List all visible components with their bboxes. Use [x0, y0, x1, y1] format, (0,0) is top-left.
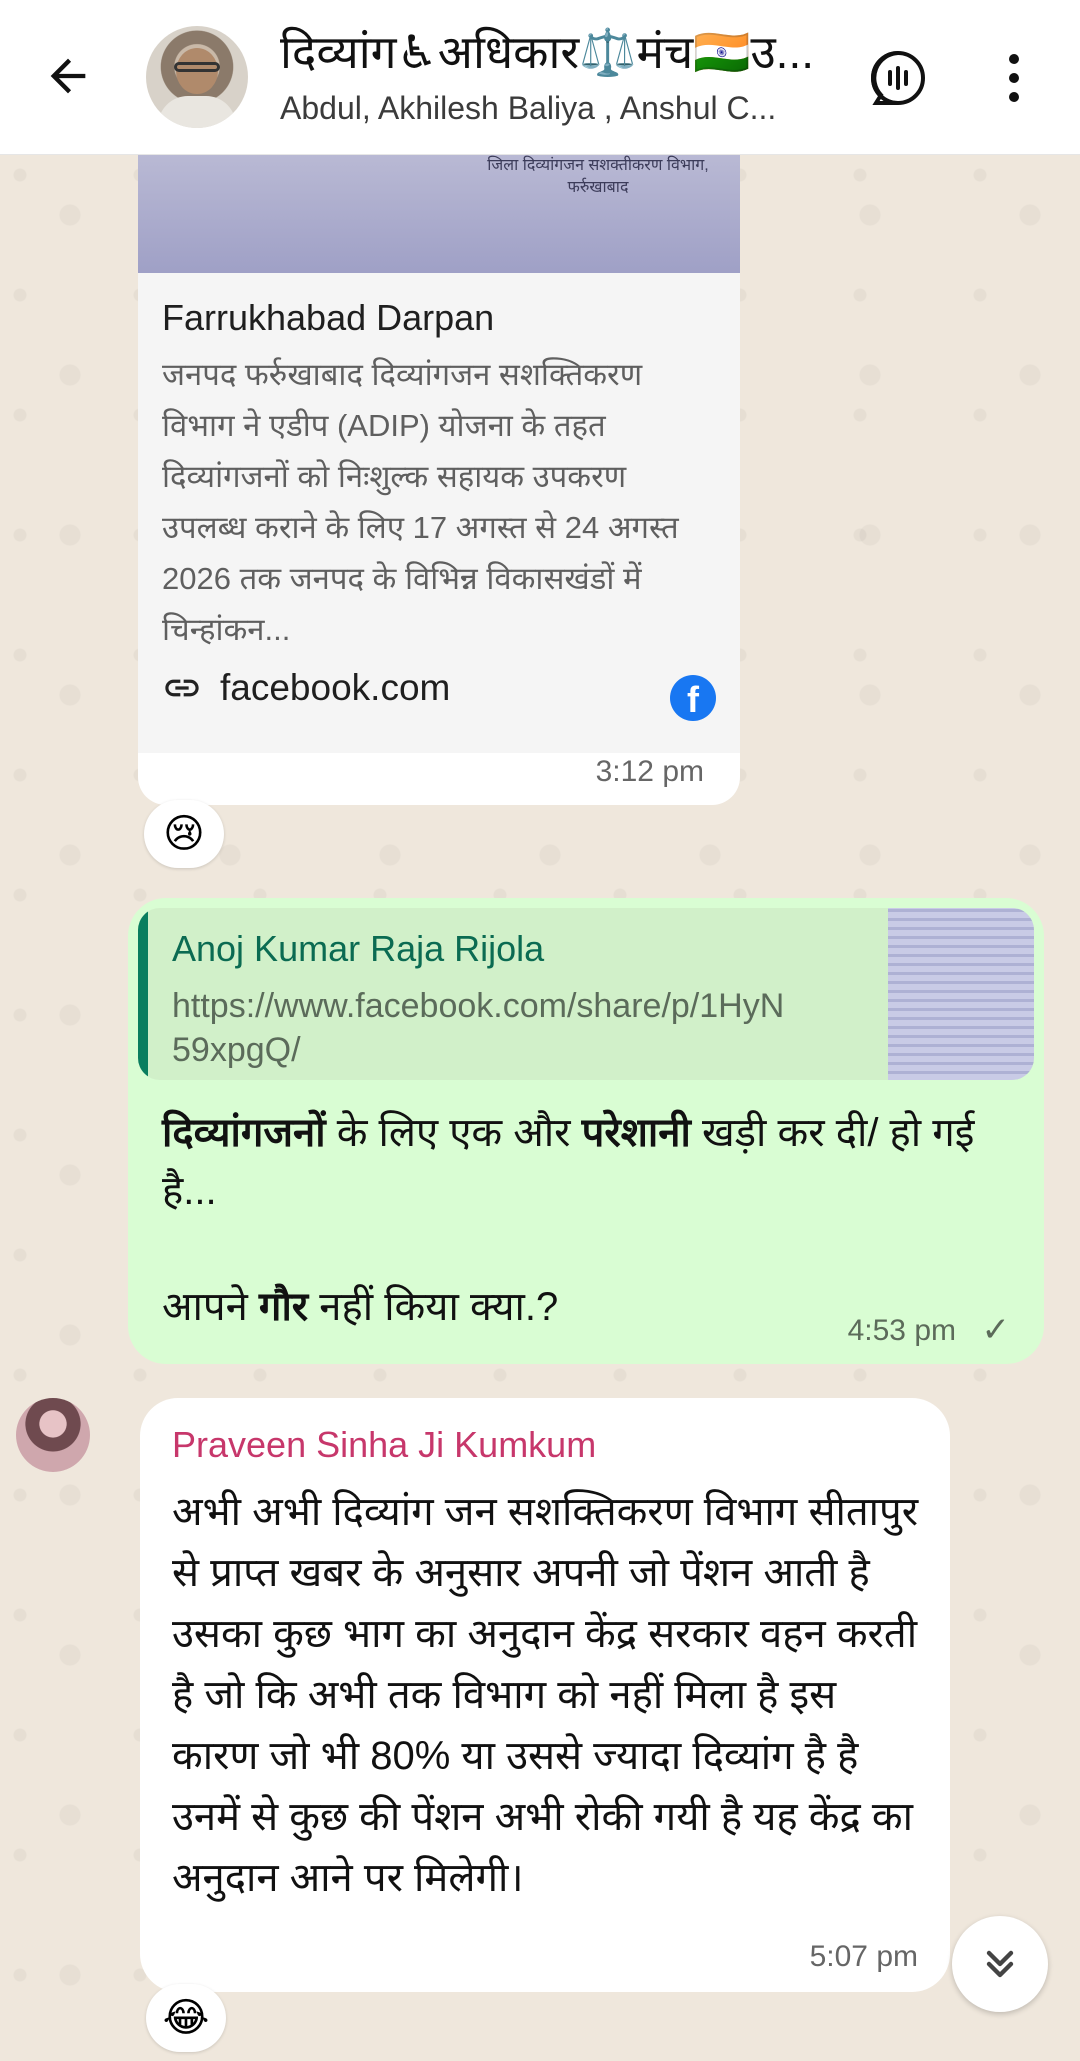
message-text: अभी अभी दिव्यांग जन सशक्तिकरण विभाग सीता…: [172, 1490, 919, 1900]
sender-avatar[interactable]: [16, 1398, 90, 1472]
text-part: के लिए एक और: [325, 1111, 582, 1155]
message-time: 4:53 pm: [847, 1314, 956, 1347]
quoted-text: https://www.facebook.com/share/p/1HyN59x…: [172, 987, 785, 1069]
group-info[interactable]: दिव्यांग♿अधिकार⚖️मंच🇮🇳उ... Abdul, Akhile…: [280, 22, 840, 127]
link-site-title: Farrukhabad Darpan: [162, 297, 495, 338]
chevron-double-down-icon: [986, 1950, 1014, 1978]
chat-header: दिव्यांग♿अधिकार⚖️मंच🇮🇳उ... Abdul, Akhile…: [0, 0, 1080, 155]
message-reaction[interactable]: 😢: [144, 800, 224, 868]
outgoing-message[interactable]: Anoj Kumar Raja Rijola https://www.faceb…: [128, 898, 1044, 1364]
message-time: 3:12 pm: [595, 755, 704, 788]
bold-text: गौर: [258, 1285, 309, 1329]
quoted-message[interactable]: Anoj Kumar Raja Rijola https://www.faceb…: [138, 908, 1034, 1080]
more-vert-icon: [1009, 54, 1019, 64]
message-reaction[interactable]: 😂: [146, 1984, 226, 2052]
link-preview-message[interactable]: जिला दिव्यांगजन सशक्तीकरण विभाग, फर्रुखा…: [138, 155, 740, 805]
group-title: दिव्यांग♿अधिकार⚖️मंच🇮🇳उ...: [280, 26, 815, 78]
link-description: जनपद फर्रुखाबाद दिव्यांगजन सशक्तिकरण विभ…: [162, 357, 679, 647]
text-part: नहीं किया क्या.?: [308, 1285, 559, 1329]
link-icon: [165, 679, 199, 697]
voice-chat-icon: [871, 51, 925, 105]
arrow-back-icon: [50, 58, 86, 94]
quote-bar: [138, 908, 148, 1080]
message-body: दिव्यांगजनों के लिए एक और परेशानी खड़ी क…: [162, 1104, 1022, 1336]
incoming-message[interactable]: Praveen Sinha Ji Kumkum अभी अभी दिव्यांग…: [140, 1398, 950, 1992]
more-options-button[interactable]: [990, 48, 1038, 108]
voice-chat-button[interactable]: [868, 48, 928, 108]
message-time: 5:07 pm: [809, 1940, 918, 1973]
quoted-thumbnail: [888, 908, 1034, 1080]
scroll-to-bottom-button[interactable]: [952, 1916, 1048, 2012]
sent-tick-icon: ✓: [981, 1311, 1011, 1349]
preview-image[interactable]: जिला दिव्यांगजन सशक्तीकरण विभाग, फर्रुखा…: [138, 155, 740, 273]
link-card[interactable]: Farrukhabad Darpan जनपद फर्रुखाबाद दिव्य…: [138, 273, 740, 753]
back-button[interactable]: [36, 44, 100, 108]
preview-image-text: जिला दिव्यांगजन सशक्तीकरण विभाग, फर्रुखा…: [487, 157, 709, 196]
bold-text: परेशानी: [581, 1111, 691, 1155]
bold-text: दिव्यांगजनों: [162, 1111, 326, 1155]
text-part: आपने: [162, 1285, 259, 1329]
group-avatar[interactable]: [146, 26, 248, 128]
sender-name[interactable]: Praveen Sinha Ji Kumkum: [172, 1424, 596, 1466]
link-domain: facebook.com: [220, 667, 451, 708]
quoted-author: Anoj Kumar Raja Rijola: [172, 928, 545, 969]
link-domain-row[interactable]: facebook.com: [162, 667, 450, 709]
group-members: Abdul, Akhilesh Baliya , Anshul C...: [280, 90, 777, 126]
facebook-icon: f: [670, 675, 716, 721]
